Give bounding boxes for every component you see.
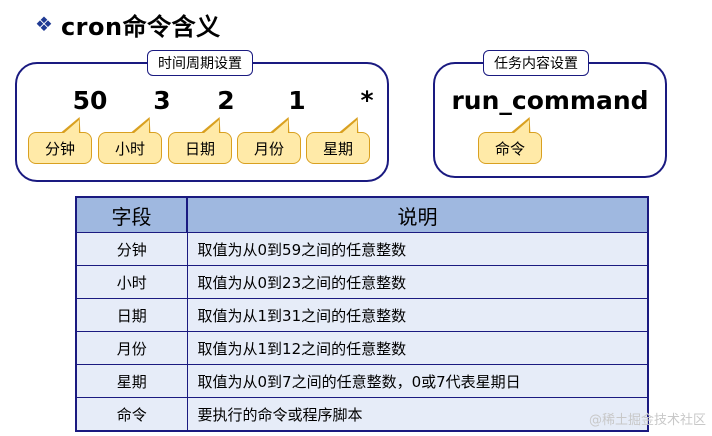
month-value: 1 xyxy=(288,86,306,115)
description-cell: 要执行的命令或程序脚本 xyxy=(186,397,649,432)
table-row: 分钟 取值为从0到59之间的任意整数 xyxy=(75,232,649,266)
time-period-group-label: 时间周期设置 xyxy=(147,50,253,76)
day-tag: 日期 xyxy=(168,132,232,164)
header-field: 字段 xyxy=(75,196,188,233)
table-header-row: 字段 说明 xyxy=(75,196,649,233)
command-value: run_command xyxy=(451,86,649,115)
diamond-bullet-icon: ❖ xyxy=(35,12,53,36)
description-cell: 取值为从0到59之间的任意整数 xyxy=(186,232,649,266)
field-cell: 月份 xyxy=(75,331,188,365)
cron-fields-table: 字段 说明 分钟 取值为从0到59之间的任意整数 小时 取值为从0到23之间的任… xyxy=(75,196,649,432)
description-cell: 取值为从0到23之间的任意整数 xyxy=(186,265,649,299)
weekday-tag: 星期 xyxy=(306,132,370,164)
table-row: 日期 取值为从1到31之间的任意整数 xyxy=(75,298,649,332)
field-cell: 命令 xyxy=(75,397,188,432)
description-cell: 取值为从1到12之间的任意整数 xyxy=(186,331,649,365)
table-row: 命令 要执行的命令或程序脚本 xyxy=(75,397,649,432)
month-tag: 月份 xyxy=(237,132,301,164)
minute-tag: 分钟 xyxy=(28,132,92,164)
table-row: 星期 取值为从0到7之间的任意整数，0或7代表星期日 xyxy=(75,364,649,398)
field-cell: 分钟 xyxy=(75,232,188,266)
task-content-group-label: 任务内容设置 xyxy=(483,50,589,76)
header-description: 说明 xyxy=(186,196,649,233)
minute-value: 50 xyxy=(72,86,108,115)
table-row: 小时 取值为从0到23之间的任意整数 xyxy=(75,265,649,299)
description-cell: 取值为从0到7之间的任意整数，0或7代表星期日 xyxy=(186,364,649,398)
field-cell: 小时 xyxy=(75,265,188,299)
weekday-value: * xyxy=(360,86,374,115)
field-cell: 星期 xyxy=(75,364,188,398)
hour-tag: 小时 xyxy=(98,132,162,164)
task-content-group xyxy=(433,62,667,178)
field-cell: 日期 xyxy=(75,298,188,332)
watermark: @稀土掘金技术社区 xyxy=(588,413,706,428)
day-value: 2 xyxy=(217,86,235,115)
command-tag: 命令 xyxy=(478,132,542,164)
description-cell: 取值为从1到31之间的任意整数 xyxy=(186,298,649,332)
page-title: ❖ cron命令含义 xyxy=(35,12,221,41)
hour-value: 3 xyxy=(153,86,171,115)
table-row: 月份 取值为从1到12之间的任意整数 xyxy=(75,331,649,365)
